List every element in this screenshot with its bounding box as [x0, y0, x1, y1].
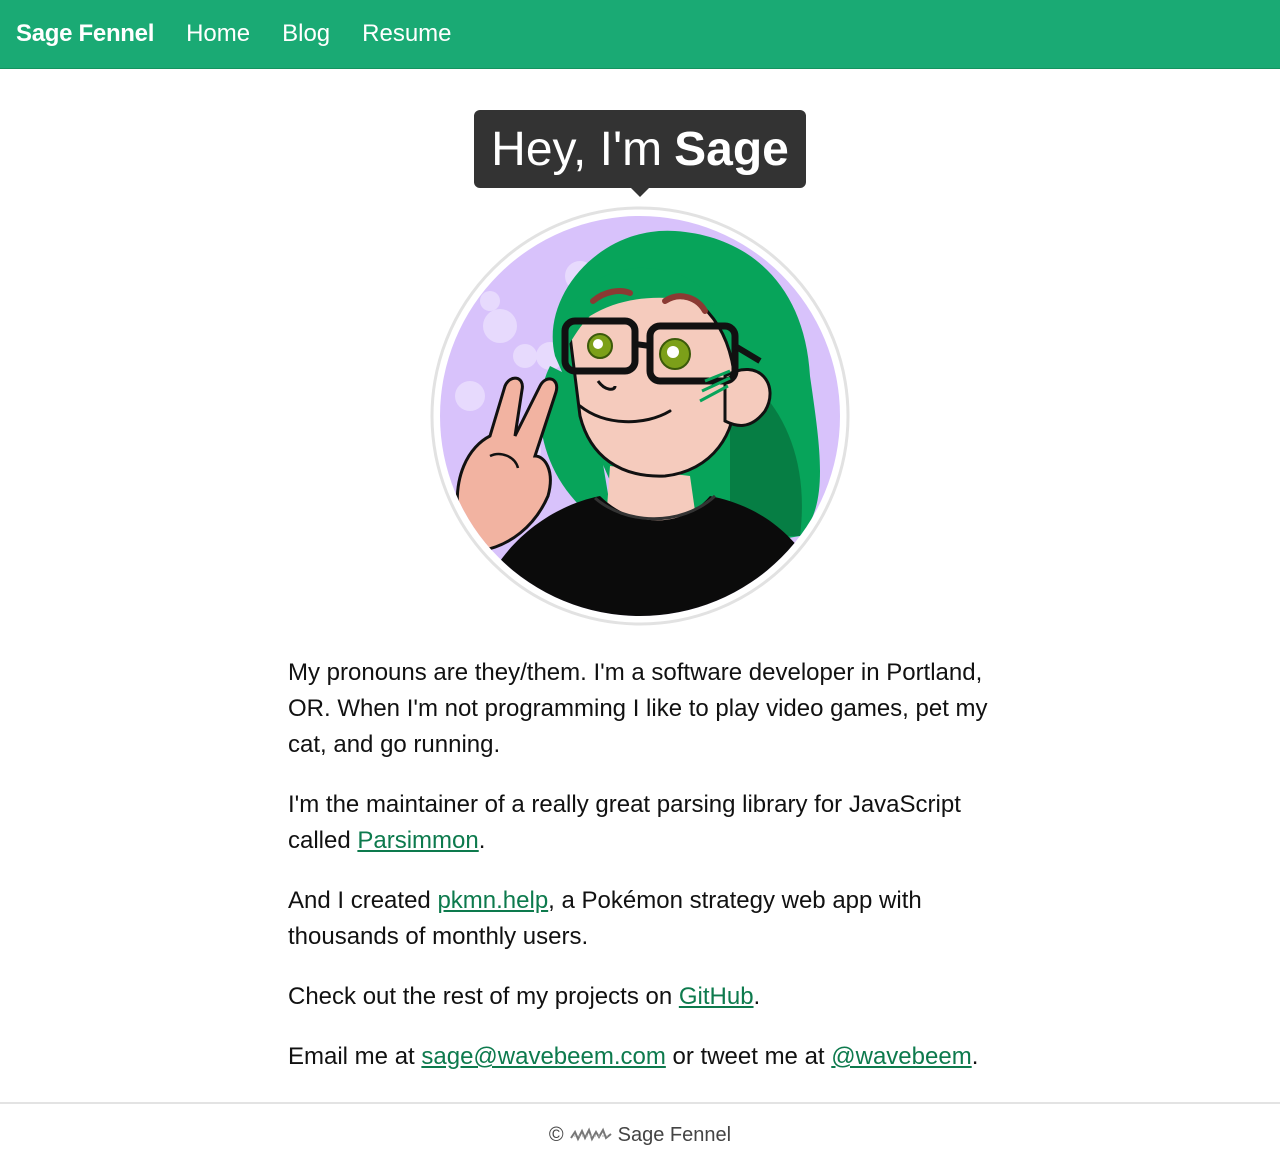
paragraph-text: Check out the rest of my projects on: [288, 983, 679, 1010]
greeting-text: Hey, I'm: [491, 122, 663, 176]
github-link[interactable]: GitHub: [679, 983, 754, 1010]
paragraph-text: or tweet me at: [665, 1043, 832, 1070]
paragraph-text: .: [971, 1043, 979, 1070]
paragraph-text: .: [478, 827, 486, 854]
paragraph-text: And I created: [288, 887, 438, 914]
pkmn-help-link[interactable]: pkmn.help: [437, 887, 548, 914]
avatar-illustration: [430, 206, 850, 626]
paragraph-text: .: [753, 983, 761, 1010]
greeting-name: Sage: [674, 122, 789, 176]
paragraph-text: Email me at: [288, 1043, 422, 1070]
hero-section: Hey, I'm Sage: [0, 69, 1280, 629]
nav-link-blog[interactable]: Blog: [282, 20, 330, 48]
paragraph-pkmn: And I created pkmn.help, a Pokémon strat…: [288, 883, 992, 955]
top-navbar: Sage Fennel Home Blog Resume: [0, 0, 1280, 69]
nav-link-resume[interactable]: Resume: [362, 20, 451, 48]
footer-name: Sage Fennel: [617, 1123, 732, 1146]
paragraph-github: Check out the rest of my projects on Git…: [288, 979, 992, 1015]
greeting-bubble: Hey, I'm Sage: [474, 110, 806, 197]
scribble-icon: [569, 1127, 612, 1142]
paragraph-contact: Email me at sage@wavebeem.com or tweet m…: [288, 1039, 992, 1075]
brand-link[interactable]: Sage Fennel: [16, 20, 154, 48]
copyright-symbol: ©: [548, 1123, 564, 1146]
paragraph-parsimmon: I'm the maintainer of a really great par…: [288, 787, 992, 859]
page-footer: © Sage Fennel: [0, 1102, 1280, 1166]
avatar: [430, 206, 850, 626]
nav-link-home[interactable]: Home: [186, 20, 250, 48]
paragraph-about: My pronouns are they/them. I'm a softwar…: [288, 659, 988, 758]
parsimmon-link[interactable]: Parsimmon: [357, 827, 478, 854]
email-link[interactable]: sage@wavebeem.com: [421, 1043, 665, 1070]
about-content: My pronouns are they/them. I'm a softwar…: [288, 629, 992, 1075]
twitter-link[interactable]: @wavebeem: [831, 1043, 971, 1070]
